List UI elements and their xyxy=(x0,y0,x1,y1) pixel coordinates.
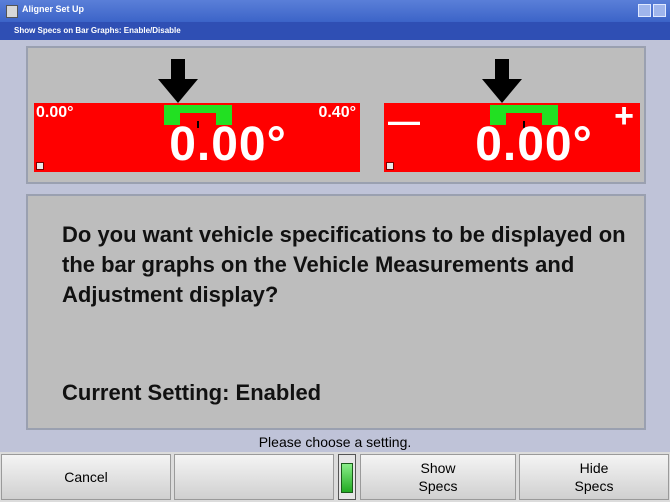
cancel-button-label: Cancel xyxy=(64,469,108,485)
show-specs-button[interactable]: Show Specs xyxy=(360,454,516,500)
status-indicator-icon xyxy=(386,162,394,170)
current-setting-text: Current Setting: Enabled xyxy=(62,380,322,405)
softkey-bar: Cancel Show Specs Hide Specs xyxy=(0,452,670,502)
status-indicator-icon xyxy=(36,162,44,170)
cancel-button[interactable]: Cancel xyxy=(1,454,171,500)
measurement-value: 0.00° xyxy=(169,118,287,171)
app-icon xyxy=(6,5,18,18)
hide-specs-button[interactable]: Hide Specs xyxy=(519,454,669,500)
hide-specs-label-line1: Hide xyxy=(579,460,609,476)
bar-graph-preview-panel: 0.00° 0.40° 0.00° — + 0.00° xyxy=(26,46,646,184)
title-bar: Aligner Set Up xyxy=(0,0,670,22)
show-specs-label-line1: Show xyxy=(420,460,456,476)
down-arrow-icon xyxy=(158,59,198,103)
minimize-button[interactable] xyxy=(638,4,651,17)
question-text: Do you want vehicle specifications to be… xyxy=(62,222,626,307)
minus-label: — xyxy=(388,103,420,139)
screen-subtitle: Show Specs on Bar Graphs: Enable/Disable xyxy=(14,26,181,35)
spec-bar-graph: 0.00° 0.40° 0.00° xyxy=(34,59,360,172)
hide-specs-label-line2: Specs xyxy=(574,478,614,494)
no-spec-bar-graph: — + 0.00° xyxy=(384,59,640,172)
close-button[interactable] xyxy=(653,4,666,17)
status-prompt: Please choose a setting. xyxy=(258,434,412,450)
down-arrow-icon xyxy=(482,59,522,103)
softkey-scroll-slider[interactable] xyxy=(338,454,356,500)
window-controls xyxy=(636,4,666,22)
screen-subtitle-bar: Show Specs on Bar Graphs: Enable/Disable xyxy=(0,22,670,40)
blank-softkey[interactable] xyxy=(174,454,334,500)
measurement-value: 0.00° xyxy=(475,118,593,171)
spec-low-label: 0.00° xyxy=(36,104,74,121)
slider-knob[interactable] xyxy=(341,463,353,493)
window-title: Aligner Set Up xyxy=(22,4,85,14)
question-panel: Do you want vehicle specifications to be… xyxy=(26,194,646,430)
application-window: Aligner Set Up Show Specs on Bar Graphs:… xyxy=(0,0,670,502)
show-specs-label-line2: Specs xyxy=(418,478,458,494)
